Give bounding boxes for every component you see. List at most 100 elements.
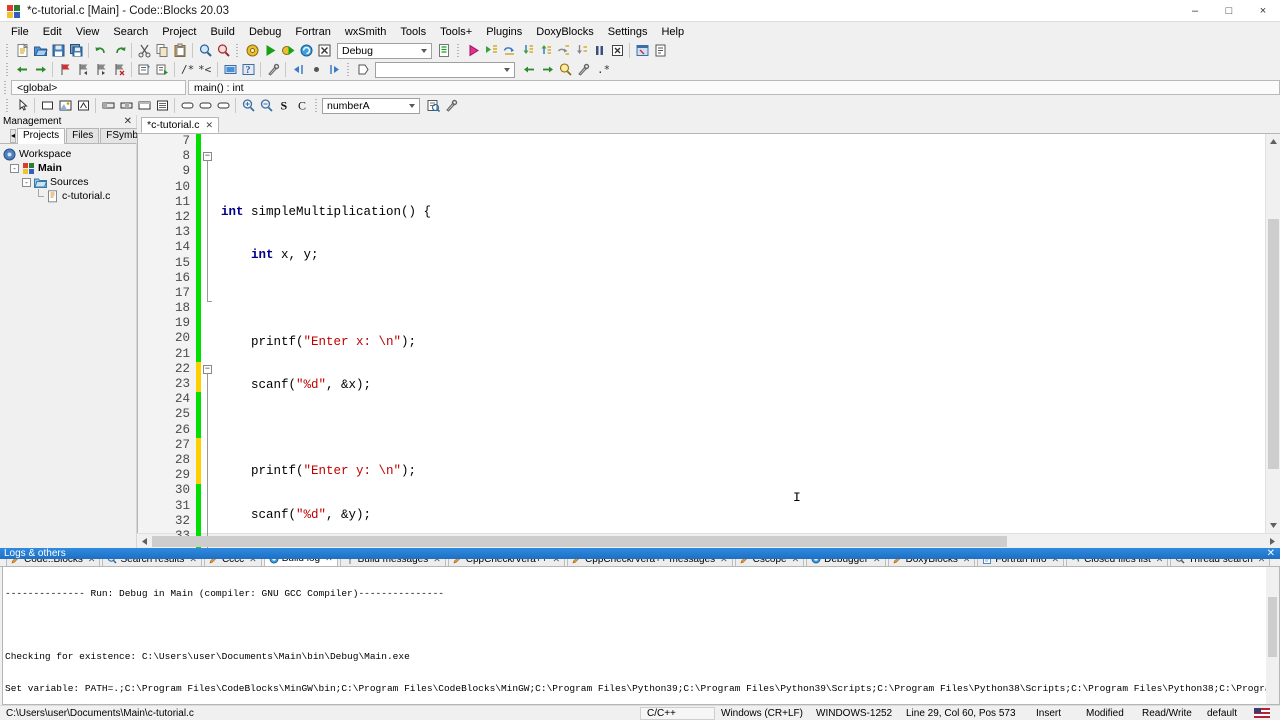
debugging-windows-icon[interactable] [633,42,651,59]
image-icon[interactable] [56,97,74,114]
next-bookmark-icon[interactable] [92,61,110,78]
menu-project[interactable]: Project [155,23,203,41]
config-icon[interactable] [574,61,592,78]
log-tab-doxyblocks[interactable]: DoxyBlocks ✕ [887,559,976,567]
log-tab-build-messages[interactable]: Build messages ✕ [339,559,446,567]
close-icon[interactable]: ✕ [325,559,333,564]
close-icon[interactable]: ✕ [206,120,214,131]
log-tab-cppcheck-vera[interactable]: CppCheck/Vera++ ✕ [447,559,566,567]
goto-next-changed-icon[interactable] [325,61,343,78]
find-symbol-icon[interactable] [424,97,442,114]
rect-icon[interactable] [38,97,56,114]
previous-bookmark-icon[interactable] [74,61,92,78]
toolbar-grip[interactable] [456,43,461,58]
next-icon[interactable] [538,61,556,78]
debug-stop-icon[interactable] [608,42,626,59]
save-all-icon[interactable] [67,42,85,59]
scroll-thumb[interactable] [1268,597,1277,658]
close-icon[interactable]: ✕ [433,559,441,565]
debug-next-instruction-icon[interactable] [554,42,572,59]
tree-item-c-tutorial[interactable]: c-tutorial.c [3,189,136,203]
close-icon[interactable]: ✕ [1052,559,1060,565]
doxyblocks-extract-icon[interactable] [135,61,153,78]
log-tab-closed-files-list[interactable]: Closed files list ✕ [1066,559,1169,567]
debug-continue-icon[interactable] [464,42,482,59]
log-tab-cppcheck-vera-messages[interactable]: CppCheck/Vera++ messages ✕ [567,559,733,567]
serif-c-icon[interactable]: C [293,97,311,114]
log-tab-cccc[interactable]: Cccc ✕ [203,559,262,567]
build-targets-icon[interactable] [435,42,453,59]
abort-icon[interactable] [315,42,333,59]
toolbar-grip[interactable] [3,80,8,95]
log-tab-codeblocks[interactable]: Code::Blocks ✕ [6,559,101,567]
new-file-icon[interactable] [13,42,31,59]
scroll-down-icon[interactable] [1266,518,1280,533]
fold-toggle-icon[interactable]: − [203,365,212,374]
tree-item-sources[interactable]: - Sources [3,175,136,189]
menu-plugins[interactable]: Plugins [479,23,529,41]
redo-icon[interactable] [110,42,128,59]
scroll-track[interactable] [1266,149,1280,518]
find-symbol-icon[interactable] [556,61,574,78]
tree-item-workspace[interactable]: Workspace [3,147,136,161]
debug-step-into-instruction-icon[interactable] [572,42,590,59]
menu-wxsmith[interactable]: wxSmith [338,23,394,41]
box-icon[interactable] [135,97,153,114]
close-icon[interactable]: ✕ [720,559,728,565]
toolbar-grip[interactable] [314,98,319,113]
scroll-up-icon[interactable] [1266,134,1280,149]
editor-text-area[interactable]: 7 8 9 10 11 12 13 14 15 16 17 18 19 20 2… [138,134,1265,554]
bold-s-icon[interactable]: S [275,97,293,114]
log-vertical-scrollbar[interactable] [1266,567,1279,704]
log-tab-fortran-info[interactable]: Fortran info ✕ [977,559,1065,567]
build-and-run-icon[interactable] [279,42,297,59]
doxyblocks-wizard-icon[interactable] [264,61,282,78]
log-tab-debugger[interactable]: Debugger ✕ [806,559,886,567]
menu-settings[interactable]: Settings [601,23,655,41]
menu-tools[interactable]: Tools [393,23,433,41]
open-file-icon[interactable] [31,42,49,59]
fortran-search-input[interactable] [375,61,515,78]
zoom-out-icon[interactable] [257,97,275,114]
close-icon[interactable]: ✕ [249,559,257,565]
maximize-button[interactable]: □ [1212,0,1246,22]
comment-block-icon[interactable]: /** [178,61,196,78]
scroll-thumb[interactable] [152,535,1007,547]
scroll-right-icon[interactable] [1265,534,1280,549]
toolbar-grip[interactable] [235,43,240,58]
hbar-icon[interactable] [99,97,117,114]
tree-expander-icon[interactable]: - [22,177,31,187]
various-info-icon[interactable] [651,42,669,59]
list-icon[interactable] [153,97,171,114]
debug-step-into-icon[interactable] [518,42,536,59]
close-icon[interactable]: ✕ [1258,559,1266,565]
log-tab-build-log[interactable]: Build log ✕ [263,559,338,567]
doxyblocks-help-icon[interactable]: ? [239,61,257,78]
pointer-icon[interactable] [13,97,31,114]
copy-icon[interactable] [153,42,171,59]
close-icon[interactable]: ✕ [1156,559,1164,565]
fortran-module-icon[interactable] [354,61,372,78]
prev-icon[interactable] [520,61,538,78]
run-icon[interactable] [261,42,279,59]
clear-bookmarks-icon[interactable] [110,61,128,78]
build-target-combo[interactable]: Debug [337,42,432,59]
code-content[interactable]: int simpleMultiplication() { int x, y; p… [215,134,1265,533]
menu-build[interactable]: Build [203,23,241,41]
toolbar-grip[interactable] [346,62,351,77]
debug-step-out-icon[interactable] [536,42,554,59]
fold-toggle-icon[interactable]: − [203,152,212,161]
doxyblocks-config-icon[interactable] [221,61,239,78]
scroll-track[interactable] [152,534,1265,549]
paste-icon[interactable] [171,42,189,59]
goto-changed-line-icon[interactable] [307,61,325,78]
menu-help[interactable]: Help [654,23,691,41]
log-tab-search-results[interactable]: Search results ✕ [102,559,202,567]
gauge-icon[interactable] [74,97,92,114]
doxyblocks-run-icon[interactable] [153,61,171,78]
menu-view[interactable]: View [69,23,107,41]
close-icon[interactable]: ✕ [792,559,800,565]
function-combo[interactable]: main() : int [188,80,1280,95]
debug-break-icon[interactable] [590,42,608,59]
menu-edit[interactable]: Edit [36,23,69,41]
